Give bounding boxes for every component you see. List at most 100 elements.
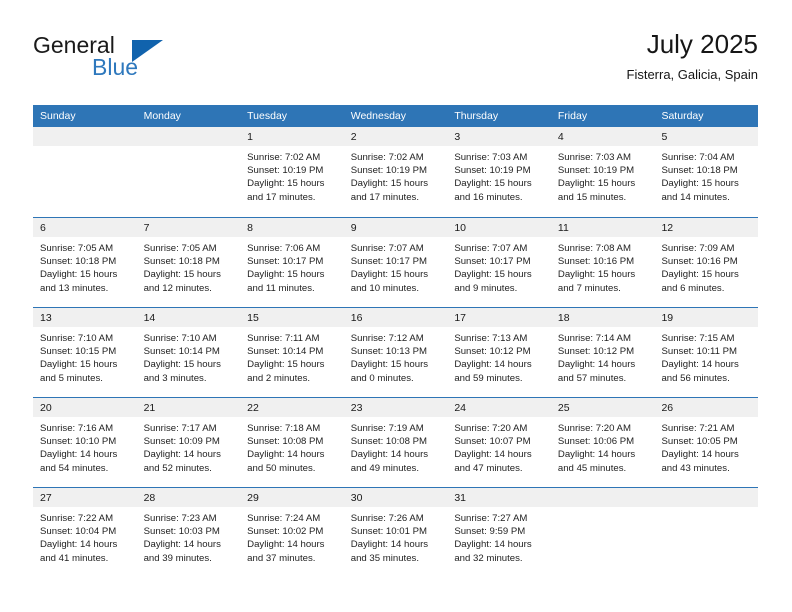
day-detail-line: Daylight: 15 hours (40, 359, 118, 371)
day-number: 4 (557, 131, 564, 143)
day-detail-line: and 32 minutes. (454, 552, 523, 564)
calendar-week-row: 20 Sunrise: 7:16 AM Sunset: 10:10 PM Daylig… (33, 397, 759, 487)
day-detail-line: and 11 minutes. (247, 282, 315, 294)
calendar-week-row: 27 Sunrise: 7:22 AM Sunset: 10:04 PM Daylig… (33, 487, 759, 577)
day-detail-line: Daylight: 14 hours (454, 359, 532, 371)
calendar-day-cell[interactable]: 8 Sunrise: 7:06 AM Sunset: 10:17 PM Dayligh… (240, 218, 344, 307)
day-detail-line: Sunset: 10:17 PM (247, 256, 324, 268)
calendar-day-cell-empty (136, 127, 241, 217)
day-number-band (654, 488, 759, 507)
day-detail-line: Sunset: 10:17 PM (454, 256, 531, 268)
calendar-day-cell[interactable]: 5 Sunrise: 7:04 AM Sunset: 10:18 PM Dayligh… (654, 127, 759, 217)
day-number-band: 19 (654, 308, 759, 327)
calendar-day-cell[interactable]: 7 Sunrise: 7:05 AM Sunset: 10:18 PM Dayligh… (136, 218, 241, 307)
calendar-day-cell[interactable]: 29 Sunrise: 7:24 AM Sunset: 10:02 PM Daylig… (240, 488, 344, 577)
day-detail-line: and 39 minutes. (143, 552, 212, 564)
calendar-day-cell[interactable]: 14 Sunrise: 7:10 AM Sunset: 10:14 PM Daylig… (136, 308, 241, 397)
day-detail-line: Sunrise: 7:03 AM (557, 152, 631, 163)
calendar-day-cell[interactable]: 25 Sunrise: 7:20 AM Sunset: 10:06 PM Daylig… (550, 398, 655, 487)
day-detail-line: Daylight: 14 hours (557, 449, 636, 461)
day-detail-line: and 37 minutes. (247, 552, 316, 564)
day-details: Sunrise: 7:16 AM Sunset: 10:10 PM Daylight… (33, 417, 137, 475)
day-number: 28 (143, 492, 156, 504)
day-number-band: 4 (550, 127, 655, 146)
day-detail-line: Sunset: 10:01 PM (350, 526, 427, 538)
day-details: Sunrise: 7:14 AM Sunset: 10:12 PM Daylight… (551, 327, 655, 385)
day-detail-line: Sunrise: 7:15 AM (661, 333, 735, 344)
day-detail-line: Sunrise: 7:17 AM (143, 423, 217, 434)
calendar-day-cell[interactable]: 17 Sunrise: 7:13 AM Sunset: 10:12 PM Daylig… (447, 308, 551, 397)
calendar-day-cell[interactable]: 15 Sunrise: 7:11 AM Sunset: 10:14 PM Daylig… (240, 308, 344, 397)
day-detail-line: Sunrise: 7:19 AM (350, 423, 424, 434)
calendar-day-cell[interactable]: 9 Sunrise: 7:07 AM Sunset: 10:17 PM Dayligh… (343, 218, 448, 307)
day-detail-line: Sunrise: 7:10 AM (40, 333, 114, 344)
calendar-day-cell[interactable]: 19 Sunrise: 7:15 AM Sunset: 10:11 PM Daylig… (654, 308, 759, 397)
day-detail-line: Sunset: 10:14 PM (143, 346, 220, 358)
calendar-day-cell[interactable]: 11 Sunrise: 7:08 AM Sunset: 10:16 PM Daylig… (550, 218, 655, 307)
day-number: 24 (454, 402, 466, 414)
day-detail-line: Sunset: 10:15 PM (40, 346, 117, 358)
day-details: Sunrise: 7:13 AM Sunset: 10:12 PM Daylight… (447, 327, 551, 385)
day-detail-line: Sunrise: 7:20 AM (557, 423, 631, 434)
calendar-day-cell[interactable]: 23 Sunrise: 7:19 AM Sunset: 10:08 PM Daylig… (343, 398, 448, 487)
calendar-day-cell[interactable]: 3 Sunrise: 7:03 AM Sunset: 10:19 PM Dayligh… (447, 127, 551, 217)
day-number: 9 (350, 222, 357, 234)
day-details: Sunrise: 7:12 AM Sunset: 10:13 PM Daylight… (344, 327, 448, 385)
day-details: Sunrise: 7:23 AM Sunset: 10:03 PM Daylight… (137, 507, 241, 565)
calendar-day-cell[interactable]: 22 Sunrise: 7:18 AM Sunset: 10:08 PM Daylig… (240, 398, 344, 487)
calendar-day-cell[interactable]: 12 Sunrise: 7:09 AM Sunset: 10:16 PM Daylig… (654, 218, 759, 307)
day-details: Sunrise: 7:03 AM Sunset: 10:19 PM Daylight… (551, 146, 655, 204)
day-number: 6 (40, 222, 46, 234)
day-detail-line: Sunset: 10:13 PM (350, 346, 427, 358)
day-detail-line: Daylight: 14 hours (247, 449, 325, 461)
page-header: General Blue July 2025 Fisterra, Galicia… (33, 28, 758, 90)
day-number: 22 (247, 402, 259, 414)
calendar-day-cell[interactable]: 28 Sunrise: 7:23 AM Sunset: 10:03 PM Daylig… (136, 488, 241, 577)
day-number-band (550, 488, 655, 507)
day-detail-line: Sunrise: 7:18 AM (247, 423, 321, 434)
day-number-band: 23 (343, 398, 448, 417)
day-details: Sunrise: 7:03 AM Sunset: 10:19 PM Daylight… (447, 146, 551, 204)
day-number-band: 8 (240, 218, 344, 237)
calendar-day-cell[interactable]: 20 Sunrise: 7:16 AM Sunset: 10:10 PM Daylig… (33, 398, 137, 487)
weekday-header-tuesday: Tuesday (247, 110, 288, 122)
day-number: 31 (454, 492, 466, 504)
calendar-day-cell[interactable]: 21 Sunrise: 7:17 AM Sunset: 10:09 PM Daylig… (136, 398, 241, 487)
day-number-band: 12 (654, 218, 759, 237)
day-detail-line: Sunrise: 7:23 AM (143, 513, 217, 524)
calendar-day-cell[interactable]: 6 Sunrise: 7:05 AM Sunset: 10:18 PM Dayligh… (33, 218, 137, 307)
day-number: 14 (143, 312, 156, 324)
calendar-day-cell[interactable]: 13 Sunrise: 7:10 AM Sunset: 10:15 PM Daylig… (33, 308, 137, 397)
day-detail-line: Daylight: 14 hours (350, 539, 429, 551)
day-detail-line: and 3 minutes. (143, 372, 207, 384)
day-detail-line: Daylight: 14 hours (143, 539, 221, 551)
day-detail-line: Sunrise: 7:13 AM (454, 333, 528, 344)
day-number-band: 16 (343, 308, 448, 327)
calendar-day-cell[interactable]: 10 Sunrise: 7:07 AM Sunset: 10:17 PM Daylig… (447, 218, 551, 307)
day-details: Sunrise: 7:26 AM Sunset: 10:01 PM Daylight… (344, 507, 448, 565)
day-number-band: 1 (240, 127, 344, 146)
calendar-day-cell[interactable]: 24 Sunrise: 7:20 AM Sunset: 10:07 PM Daylig… (447, 398, 551, 487)
calendar-day-cell[interactable]: 27 Sunrise: 7:22 AM Sunset: 10:04 PM Daylig… (33, 488, 137, 577)
day-number-band: 3 (447, 127, 551, 146)
day-detail-line: Sunrise: 7:27 AM (454, 513, 528, 524)
calendar-day-cell[interactable]: 26 Sunrise: 7:21 AM Sunset: 10:05 PM Daylig… (654, 398, 759, 487)
day-details: Sunrise: 7:02 AM Sunset: 10:19 PM Daylight… (344, 146, 448, 204)
day-detail-line: and 17 minutes. (247, 191, 316, 203)
calendar-day-cell[interactable]: 16 Sunrise: 7:12 AM Sunset: 10:13 PM Daylig… (343, 308, 448, 397)
day-detail-line: and 9 minutes. (454, 282, 518, 294)
day-detail-line: and 45 minutes. (557, 462, 627, 474)
day-number: 27 (40, 492, 52, 504)
calendar-day-cell[interactable]: 18 Sunrise: 7:14 AM Sunset: 10:12 PM Daylig… (550, 308, 655, 397)
day-detail-line: Daylight: 14 hours (661, 449, 739, 461)
brand-logo[interactable]: General Blue (33, 32, 253, 88)
calendar-day-cell[interactable]: 31 Sunrise: 7:27 AM Sunset: 9:59 PM Dayligh… (447, 488, 551, 577)
day-number: 30 (350, 492, 363, 504)
calendar-day-cell[interactable]: 1 Sunrise: 7:02 AM Sunset: 10:19 PM Dayligh… (240, 127, 344, 217)
calendar-day-cell[interactable]: 4 Sunrise: 7:03 AM Sunset: 10:19 PM Dayligh… (550, 127, 655, 217)
day-detail-line: Sunrise: 7:14 AM (557, 333, 631, 344)
calendar-day-cell[interactable]: 30 Sunrise: 7:26 AM Sunset: 10:01 PM Daylig… (343, 488, 448, 577)
day-detail-line: Daylight: 14 hours (40, 449, 118, 461)
calendar-day-cell[interactable]: 2 Sunrise: 7:02 AM Sunset: 10:19 PM Dayligh… (343, 127, 448, 217)
day-number: 18 (557, 312, 570, 324)
